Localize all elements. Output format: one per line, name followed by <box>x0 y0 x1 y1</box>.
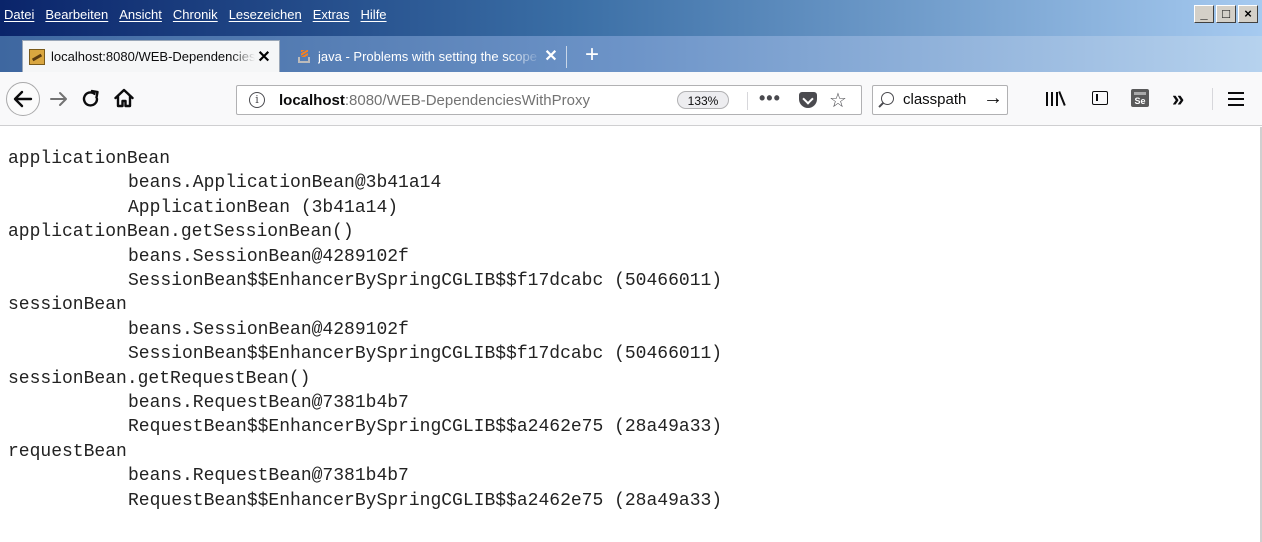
toolbar-separator <box>1212 88 1213 110</box>
url-text: localhost:8080/WEB-DependenciesWithProxy <box>279 92 590 109</box>
tab-close-icon[interactable]: ✕ <box>542 46 560 66</box>
stackoverflow-icon <box>296 48 312 64</box>
menu-bar: Datei Bearbeiten Ansicht Chronik Lesezei… <box>4 7 398 22</box>
menu-item-hilfe[interactable]: Hilfe <box>361 7 387 22</box>
page-favicon-icon <box>29 48 45 65</box>
menu-item-bearbeiten[interactable]: Bearbeiten <box>45 7 108 22</box>
output-line: RequestBean$$EnhancerBySpringCGLIB$$a246… <box>128 490 723 511</box>
tab-close-icon[interactable]: ✕ <box>255 47 273 67</box>
search-go-icon[interactable]: → <box>983 87 1003 110</box>
bean-output: applicationBean beans.ApplicationBean@3b4… <box>8 147 722 513</box>
search-icon <box>881 92 894 105</box>
tab-strip: localhost:8080/WEB-DependenciesWithProxy… <box>0 36 1262 72</box>
output-line: SessionBean$$EnhancerBySpringCGLIB$$f17d… <box>128 344 723 365</box>
search-input[interactable]: classpath <box>903 91 966 108</box>
sidebar-icon[interactable] <box>1092 91 1108 105</box>
home-icon[interactable] <box>113 87 135 109</box>
minimize-button[interactable]: _ <box>1194 5 1214 23</box>
tab-localhost[interactable]: localhost:8080/WEB-DependenciesWithProxy… <box>22 40 280 72</box>
output-line: applicationBean <box>8 149 171 169</box>
bookmark-star-icon[interactable]: ☆ <box>829 88 847 113</box>
url-path: :8080/WEB-DependenciesWithProxy <box>344 92 590 109</box>
close-window-button[interactable]: × <box>1238 5 1258 23</box>
output-line: sessionBean <box>8 295 127 316</box>
menu-item-chronik[interactable]: Chronik <box>173 7 218 22</box>
output-line: ApplicationBean (3b41a14) <box>128 197 399 218</box>
menu-item-ansicht[interactable]: Ansicht <box>119 7 162 22</box>
maximize-button[interactable]: □ <box>1216 5 1236 23</box>
selenium-icon[interactable]: Se <box>1131 89 1149 107</box>
page-actions-icon[interactable]: ••• <box>759 88 781 109</box>
url-separator <box>747 92 748 110</box>
library-icon[interactable] <box>1046 90 1066 108</box>
back-arrow-icon <box>13 90 33 108</box>
output-line: beans.SessionBean@4289102f <box>128 319 409 340</box>
tab-title: java - Problems with setting the scope o… <box>318 48 542 64</box>
url-host: localhost <box>279 92 345 109</box>
window-controls: _ □ × <box>1194 5 1258 23</box>
output-line: beans.ApplicationBean@3b41a14 <box>128 173 442 194</box>
hamburger-menu-icon[interactable] <box>1228 92 1244 106</box>
title-bar: Datei Bearbeiten Ansicht Chronik Lesezei… <box>0 0 1262 36</box>
overflow-menu-icon[interactable]: » <box>1172 86 1184 112</box>
output-line: applicationBean.getSessionBean() <box>8 222 354 243</box>
menu-item-datei[interactable]: Datei <box>4 7 34 22</box>
output-line: requestBean <box>8 441 127 462</box>
output-line: beans.RequestBean@7381b4b7 <box>128 466 409 487</box>
output-line: SessionBean$$EnhancerBySpringCGLIB$$f17d… <box>128 271 723 292</box>
menu-item-lesezeichen[interactable]: Lesezeichen <box>229 7 302 22</box>
output-line: beans.SessionBean@4289102f <box>128 246 409 267</box>
tab-title: localhost:8080/WEB-DependenciesWithProxy <box>51 49 255 64</box>
forward-arrow-icon[interactable] <box>48 89 70 109</box>
navigation-toolbar: i localhost:8080/WEB-DependenciesWithPro… <box>0 72 1262 126</box>
zoom-indicator[interactable]: 133% <box>677 91 729 109</box>
output-line: beans.RequestBean@7381b4b7 <box>128 393 409 414</box>
output-line: RequestBean$$EnhancerBySpringCGLIB$$a246… <box>128 417 723 438</box>
output-line: sessionBean.getRequestBean() <box>8 368 311 389</box>
new-tab-button[interactable]: + <box>576 40 608 72</box>
page-content: applicationBean beans.ApplicationBean@3b4… <box>0 127 1262 542</box>
pocket-icon[interactable] <box>799 92 817 108</box>
tab-stackoverflow[interactable]: java - Problems with setting the scope o… <box>290 40 566 72</box>
search-box[interactable]: classpath → <box>872 85 1008 115</box>
url-bar[interactable]: i localhost:8080/WEB-DependenciesWithPro… <box>236 85 862 115</box>
back-button[interactable] <box>6 82 40 116</box>
info-icon[interactable]: i <box>249 92 265 108</box>
tab-separator <box>566 46 567 68</box>
reload-icon[interactable] <box>80 88 102 110</box>
menu-item-extras[interactable]: Extras <box>313 7 350 22</box>
